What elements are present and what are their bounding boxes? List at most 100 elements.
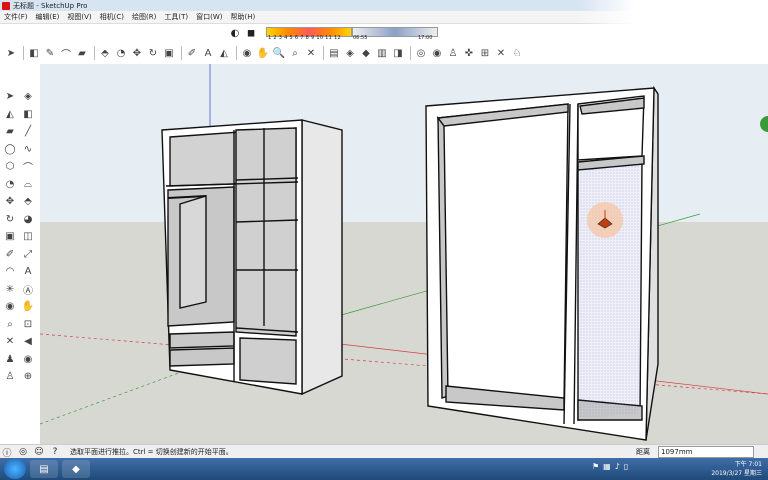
shadow-time-start: 06:55 (353, 35, 368, 41)
zoom-extents-icon[interactable]: ✕ (304, 46, 318, 60)
section-plane-icon[interactable]: ◨ (391, 46, 405, 60)
styles-icon[interactable]: ◆ (359, 46, 373, 60)
start-button[interactable] (4, 459, 26, 479)
sketchup-app-icon (2, 1, 10, 10)
components-icon[interactable]: ▤ (327, 46, 341, 60)
3d-viewport[interactable] (39, 64, 768, 444)
info-icon[interactable]: ⓘ (0, 445, 14, 459)
zoom-icon[interactable]: ⌕ (2, 316, 18, 332)
scale-icon[interactable]: ▣ (2, 229, 18, 245)
rectangle-icon[interactable]: ▰ (2, 124, 18, 140)
dimension-icon[interactable]: ⤢ (20, 246, 36, 262)
text-icon[interactable]: A (20, 264, 36, 280)
move-icon[interactable]: ✥ (2, 194, 18, 210)
circle-icon[interactable]: ◯ (2, 141, 18, 157)
axes-icon[interactable]: ✕ (494, 46, 508, 60)
3d-text-icon[interactable]: Ⓐ (20, 281, 36, 297)
pie-icon[interactable]: ◔ (2, 176, 18, 192)
walk-icon[interactable]: ♙ (446, 46, 460, 60)
distance-label: 距离 (636, 448, 650, 456)
scale-icon[interactable]: ▣ (162, 46, 176, 60)
file-explorer-task[interactable]: ▤ (30, 460, 58, 478)
menu-draw[interactable]: 绘图(R) (128, 12, 160, 22)
axes-icon[interactable]: ✳ (2, 281, 18, 297)
offset-icon[interactable]: ◫ (20, 229, 36, 245)
move-icon[interactable]: ✥ (130, 46, 144, 60)
push-pull-icon[interactable]: ⬘ (98, 46, 112, 60)
zoom-icon[interactable]: 🔍 (272, 46, 286, 60)
position-camera-icon[interactable]: ♟ (2, 351, 18, 367)
zoom-window-icon[interactable]: ⌕ (288, 46, 302, 60)
pencil-icon[interactable]: ✎ (43, 46, 57, 60)
walk-icon[interactable]: ♙ (2, 369, 18, 385)
tape-measure-icon[interactable]: ✐ (185, 46, 199, 60)
distance-input[interactable]: 1097mm (658, 446, 754, 458)
taskbar-clock[interactable]: 下午 7:01 2019/3/27 星期三 (711, 460, 762, 478)
tape-measure-icon[interactable]: ✐ (2, 246, 18, 262)
right-left-opening (437, 103, 569, 405)
follow-me-icon[interactable]: ◕ (20, 211, 36, 227)
volume-icon[interactable]: ♪ (615, 462, 620, 471)
look-around-icon[interactable]: ◉ (430, 46, 444, 60)
section-fill-icon[interactable]: ⊞ (478, 46, 492, 60)
display-shadows-icon[interactable]: ◼ (244, 26, 258, 40)
select-arrow-icon[interactable]: ➤ (2, 89, 18, 105)
section-cut-icon[interactable]: ✜ (462, 46, 476, 60)
rotate-icon[interactable]: ↻ (2, 211, 18, 227)
push-pull-icon[interactable]: ⬘ (20, 194, 36, 210)
menu-help[interactable]: 帮助(H) (226, 12, 259, 22)
left-toolbar: ➤ ◈ ◭ ◧ ▰ ╱ ◯ ∿ ⬡ ⌒ ◔ ⌓ ✥ ⬘ ↻ ◕ ▣ ◫ ✐ ⤢ ◠ A ✳ Ⓐ ◉ ✋ ⌕… (2, 88, 38, 386)
menu-tools[interactable]: 工具(T) (160, 12, 192, 22)
shadow-settings-icon[interactable]: ◐ (228, 26, 242, 40)
polygon-icon[interactable]: ⬡ (2, 159, 18, 175)
zoom-extents-icon[interactable]: ✕ (2, 334, 18, 350)
freehand-icon[interactable]: ∿ (20, 141, 36, 157)
walkthrough-icon[interactable]: ♘ (510, 46, 524, 60)
menu-window[interactable]: 窗口(W) (192, 12, 226, 22)
menu-edit[interactable]: 编辑(E) (32, 12, 64, 22)
eraser-icon[interactable]: ◧ (27, 46, 41, 60)
previous-view-icon[interactable]: ◀ (20, 334, 36, 350)
arc-icon[interactable]: ⌒ (59, 46, 73, 61)
zoom-window-icon[interactable]: ⊡ (20, 316, 36, 332)
menu-file[interactable]: 文件(F) (0, 12, 32, 22)
line-icon[interactable]: ╱ (20, 124, 36, 140)
arc3-icon[interactable]: ⌓ (20, 176, 36, 192)
make-component-icon[interactable]: ◈ (20, 89, 36, 105)
follow-me-icon[interactable]: ◔ (114, 46, 128, 60)
paint-bucket-icon[interactable]: ◭ (217, 46, 231, 60)
menu-view[interactable]: 视图(V) (63, 12, 95, 22)
orbit-icon[interactable]: ◉ (2, 299, 18, 315)
section-plane-icon[interactable]: ⊕ (20, 369, 36, 385)
geo-icon[interactable]: ◎ (16, 445, 30, 459)
menu-camera[interactable]: 相机(C) (96, 12, 128, 22)
toolbar-separator (181, 46, 182, 60)
window-title: 无标题 - SketchUp Pro (13, 1, 88, 10)
arc-icon[interactable]: ⌒ (20, 159, 36, 175)
system-tray: ⚑ ▦ ♪ ▯ (592, 462, 628, 471)
select-arrow-icon[interactable]: ➤ (4, 46, 18, 60)
user-icon[interactable]: ☺ (32, 445, 46, 459)
text-icon[interactable]: A (201, 46, 215, 60)
eraser-icon[interactable]: ◧ (20, 106, 36, 122)
layers-icon[interactable]: ▥ (375, 46, 389, 60)
blurred-region (578, 0, 768, 40)
sketchup-task[interactable]: ◆ (62, 460, 90, 478)
network-icon[interactable]: ▦ (603, 462, 611, 471)
orbit-icon[interactable]: ◉ (240, 46, 254, 60)
toolbar-separator (94, 46, 95, 60)
flag-icon[interactable]: ⚑ (592, 462, 599, 471)
rotate-icon[interactable]: ↻ (146, 46, 160, 60)
look-around-icon[interactable]: ◉ (20, 351, 36, 367)
battery-icon[interactable]: ▯ (624, 462, 628, 471)
paint-bucket-icon[interactable]: ◭ (2, 106, 18, 122)
position-camera-icon[interactable]: ◎ (414, 46, 428, 60)
help-icon[interactable]: ? (48, 445, 62, 459)
shadow-months-label: 1 2 3 4 5 6 7 8 9 10 11 12 (268, 35, 341, 41)
rectangle-icon[interactable]: ▰ (75, 46, 89, 60)
pan-icon[interactable]: ✋ (256, 46, 270, 60)
sky (40, 64, 768, 224)
materials-icon[interactable]: ◈ (343, 46, 357, 60)
protractor-icon[interactable]: ◠ (2, 264, 18, 280)
pan-icon[interactable]: ✋ (20, 299, 36, 315)
